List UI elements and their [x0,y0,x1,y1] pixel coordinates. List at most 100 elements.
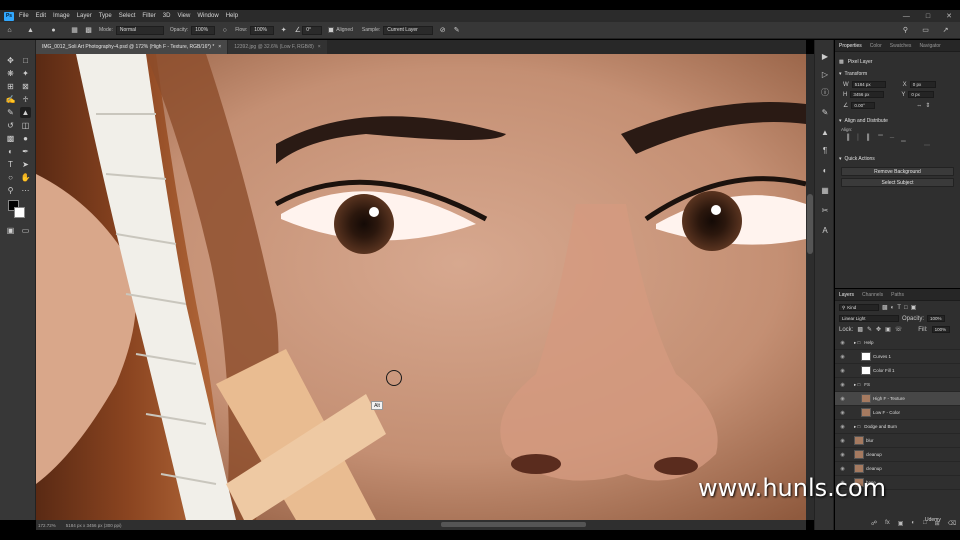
layer-row[interactable]: ◉ ▸ □ Dodge and Burn [835,420,960,434]
flip-horizontal-icon[interactable]: ⇔ [916,103,922,109]
sample-dropdown[interactable]: Current Layer [383,25,434,35]
layer-thumbnail[interactable] [861,394,871,403]
brush-settings-icon[interactable]: ▦ [70,26,79,35]
align-left-icon[interactable]: ▐ [845,135,849,142]
move-tool-icon[interactable]: ✥ [5,55,16,66]
close-tab-icon[interactable]: × [218,44,221,50]
close-icon[interactable]: ✕ [946,12,952,20]
blur-tool-icon[interactable]: ● [20,133,31,144]
pressure-opacity-icon[interactable]: ○ [220,26,229,35]
angle-field[interactable]: 0° [302,25,323,35]
align-middle-icon[interactable]: ─ [890,135,894,142]
align-bottom-icon[interactable]: ▁ [901,135,906,142]
marquee-tool-icon[interactable]: □ [20,55,31,66]
workspace-icon[interactable]: ▭ [921,26,930,35]
history-icon[interactable]: ▶ [819,50,831,62]
healing-brush-tool-icon[interactable]: ♱ [20,94,31,105]
new-adjustment-icon[interactable]: ◐ [911,520,915,527]
select-subject-button[interactable]: Select Subject [841,178,954,187]
flow-field[interactable]: 100% [250,25,275,35]
fx-icon[interactable]: fx [885,520,890,527]
layer-row[interactable]: ◉ blur [835,434,960,448]
lock-position-icon[interactable]: ✥ [876,326,881,333]
brush-tool-icon[interactable]: ✎ [5,107,16,118]
remove-background-button[interactable]: Remove Background [841,167,954,176]
quick-mask-icon[interactable]: ▣ [5,225,16,236]
layer-row[interactable]: ◉ High F - Texture [835,392,960,406]
width-field[interactable]: 5184 px [851,81,886,88]
layer-thumbnail[interactable] [861,366,871,375]
menu-help[interactable]: Help [226,13,238,19]
crop-tool-icon[interactable]: ⊞ [5,81,16,92]
menu-file[interactable]: File [19,13,29,19]
hand-tool-icon[interactable]: ✋ [20,172,31,183]
menu-3d[interactable]: 3D [163,13,171,19]
clone-stamp-tool-icon[interactable]: ▲ [20,107,31,118]
clone-source-panel-icon[interactable]: ▲ [819,126,831,138]
actions-icon[interactable]: ▷ [819,68,831,80]
align-right-icon[interactable]: ▌ [867,135,871,142]
folder-icon[interactable]: ▸ □ [854,424,860,430]
ignore-adjustment-icon[interactable]: ⊘ [438,26,447,35]
more-tools-icon[interactable]: ⋯ [20,185,31,196]
eraser-tool-icon[interactable]: ◫ [20,120,31,131]
brush-size-icon[interactable]: ● [49,26,58,35]
lasso-tool-icon[interactable]: ❋ [5,68,16,79]
info-icon[interactable]: ⓘ [819,86,831,98]
aligned-checkbox[interactable] [328,27,335,33]
minimize-icon[interactable]: — [903,13,910,20]
transform-header[interactable]: ▾ Transform [835,68,960,80]
align-header[interactable]: ▾ Align and Distribute [835,115,960,127]
visibility-eye-icon[interactable]: ◉ [838,410,847,416]
visibility-eye-icon[interactable]: ◉ [838,340,847,346]
visibility-eye-icon[interactable]: ◉ [838,452,847,458]
menu-edit[interactable]: Edit [36,13,46,19]
screen-mode-icon[interactable]: ▭ [20,225,31,236]
layer-row[interactable]: ◉ Low F - Color [835,406,960,420]
tab-swatches[interactable]: Swatches [886,43,916,49]
shape-tool-icon[interactable]: ○ [5,172,16,183]
document-info[interactable]: 5184 px x 3456 px (300 ppi) [66,523,122,528]
pressure-size-icon[interactable]: ✎ [452,26,461,35]
lock-pixels-icon[interactable]: ✎ [867,326,872,333]
quick-select-tool-icon[interactable]: ✦ [20,68,31,79]
menu-layer[interactable]: Layer [77,13,92,19]
lock-transparent-icon[interactable]: ▩ [857,326,863,333]
character-icon[interactable]: A [819,224,831,236]
menu-view[interactable]: View [177,13,190,19]
path-select-tool-icon[interactable]: ➤ [20,159,31,170]
tab-document-2[interactable]: 12392.jpg @ 32.6% (Low F, RGB/8) × [228,40,327,54]
folder-icon[interactable]: ▸ □ [854,340,860,346]
clone-stamp-preset-icon[interactable]: ▲ [26,26,35,35]
document-canvas[interactable]: Alt [36,54,806,520]
layer-thumbnail[interactable] [854,436,864,445]
search-icon[interactable]: ⚲ [901,26,910,35]
visibility-eye-icon[interactable]: ◉ [838,424,847,430]
airbrush-icon[interactable]: ✦ [279,26,288,35]
adjustments-icon[interactable]: ◐ [819,164,831,176]
tab-channels[interactable]: Channels [858,292,887,298]
filter-shape-icon[interactable]: □ [904,305,908,311]
share-icon[interactable]: ↗ [941,26,950,35]
lock-all-icon[interactable]: ☏ [895,326,903,333]
layer-thumbnail[interactable] [854,450,864,459]
brush-panel-icon[interactable]: ✎ [819,106,831,118]
height-field[interactable]: 3456 px [850,91,885,98]
filter-adjust-icon[interactable]: ◐ [891,305,895,311]
flip-vertical-icon[interactable]: ⇕ [925,102,930,109]
lock-artboard-icon[interactable]: ▣ [885,326,891,333]
menu-image[interactable]: Image [53,13,70,19]
tab-color[interactable]: Color [866,43,886,49]
align-center-icon[interactable]: │ [856,135,860,142]
type-tool-icon[interactable]: T [5,159,16,170]
tab-document-active[interactable]: IMG_0012_Soli Art Photography-4.psd @ 17… [36,40,228,54]
tab-properties[interactable]: Properties [835,43,866,49]
x-field[interactable]: 0 px [909,81,936,88]
eyedropper-tool-icon[interactable]: ✍ [5,94,16,105]
layer-row[interactable]: ◉ Curves 1 [835,350,960,364]
quick-actions-header[interactable]: ▾ Quick Actions [835,153,960,165]
add-mask-icon[interactable]: ▣ [898,520,904,527]
link-layers-icon[interactable]: ☍ [871,520,877,527]
tab-layers[interactable]: Layers [835,292,858,298]
menu-filter[interactable]: Filter [142,13,155,19]
